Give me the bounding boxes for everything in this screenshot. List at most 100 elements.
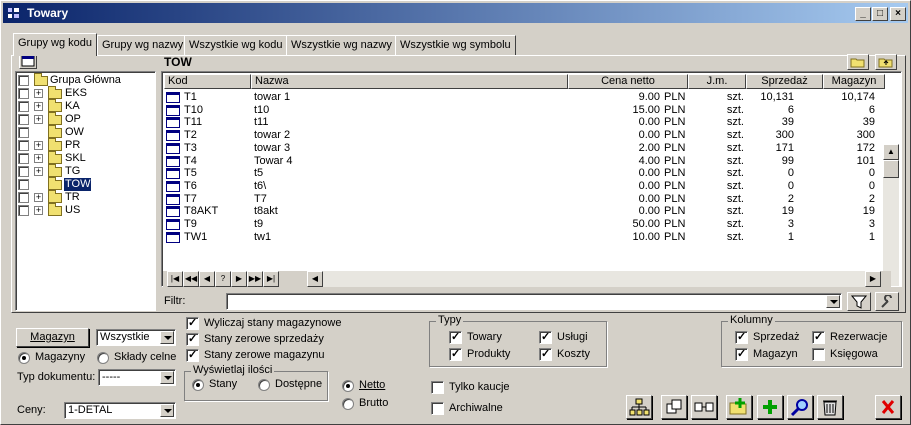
close-button[interactable] [875,395,901,419]
nav-help-button[interactable]: ? [215,271,231,287]
table-row[interactable]: T1 towar 1 9.00 PLN szt. 10,131 10,174 [164,91,882,104]
check-archiwalne[interactable] [431,402,444,415]
radio-magazyny[interactable] [18,352,30,364]
table-row[interactable]: T4 Towar 4 4.00 PLN szt. 99 101 [164,155,882,168]
nav-next-page-button[interactable]: ▶▶ [247,271,263,287]
tree-item-checkbox[interactable] [18,88,29,99]
ceny-select[interactable]: 1-DETAL [64,402,176,419]
tree-item-checkbox[interactable] [18,205,29,216]
expand-icon[interactable]: + [34,102,43,111]
expand-icon[interactable]: + [34,141,43,150]
tab-wszystkie-wg-kodu[interactable]: Wszystkie wg kodu [184,35,288,55]
nav-first-button[interactable]: |◀ [167,271,183,287]
tree-item[interactable]: + OP [18,112,154,126]
hscroll-left-button[interactable]: ◀ [307,271,323,287]
expand-icon[interactable]: + [34,89,43,98]
title-bar[interactable]: Towary _ □ × [3,3,908,23]
column-header-jm[interactable]: J.m. [688,74,746,89]
column-header-cena-netto[interactable]: Cena netto [568,74,688,89]
tab-wszystkie-wg-nazwy[interactable]: Wszystkie wg nazwy [286,35,397,55]
column-header-sprzedaz[interactable]: Sprzedaż [746,74,823,89]
column-header-magazyn[interactable]: Magazyn [823,74,885,89]
tree-item-checkbox[interactable] [18,153,29,164]
tree-item-checkbox[interactable] [18,166,29,177]
table-row[interactable]: T3 towar 3 2.00 PLN szt. 171 172 [164,142,882,155]
tree-item[interactable]: OW [18,125,154,139]
expand-icon[interactable]: + [34,206,43,215]
check-kol-sprzedaz[interactable] [735,330,748,344]
expand-icon[interactable]: + [34,115,43,124]
group-tree[interactable]: Grupa Główna + EKS + KA + OP OW + PR + SKL + TG TOW + T… [15,71,156,311]
tree-item-checkbox[interactable] [18,127,29,138]
search-button[interactable] [787,395,813,419]
check-typy-koszty[interactable] [539,347,552,361]
radio-netto[interactable] [342,380,354,392]
products-grid[interactable]: Kod Nazwa Cena netto J.m. Sprzedaż Magaz… [161,71,902,287]
nav-prev-page-button[interactable]: ◀◀ [183,271,199,287]
minimize-button[interactable]: _ [855,7,871,21]
folder-up-button[interactable] [875,54,897,70]
check-typy-produkty[interactable] [449,347,462,361]
check-kol-rezerwacje[interactable] [812,330,825,344]
table-row[interactable]: T11 t11 0.00 PLN szt. 39 39 [164,116,882,129]
check-typy-uslugi[interactable] [539,330,552,344]
group-tree-button[interactable] [626,395,652,419]
magazyn-button[interactable]: Magazyn [16,328,89,347]
check-wyliczaj-stany[interactable] [186,316,199,330]
table-row[interactable]: T10 t10 15.00 PLN szt. 6 6 [164,104,882,117]
magazyn-dropdown-arrow[interactable] [160,331,174,344]
table-row[interactable]: TW1 tw1 10.00 PLN szt. 1 1 [164,231,882,244]
add-with-copy-button[interactable] [726,395,752,419]
nav-next-button[interactable]: ▶ [231,271,247,287]
table-row[interactable]: T6 t6\ 0.00 PLN szt. 0 0 [164,180,882,193]
delete-button[interactable] [817,395,843,419]
scroll-up-button[interactable]: ▲ [883,144,899,160]
expand-icon[interactable]: + [34,193,43,202]
maximize-button[interactable]: □ [872,7,888,21]
check-stany-zerowe-sprzedazy[interactable] [186,332,199,346]
scroll-thumb[interactable] [883,160,899,178]
radio-brutto[interactable] [342,398,354,410]
table-row[interactable]: T8AKT t8akt 0.00 PLN szt. 19 19 [164,205,882,218]
check-tylko-kaucje[interactable] [431,381,444,394]
tree-item[interactable]: + TG [18,164,154,178]
tree-item[interactable]: + TR [18,190,154,204]
table-row[interactable]: T2 towar 2 0.00 PLN szt. 300 300 [164,129,882,142]
open-folder-button[interactable] [847,54,869,70]
expand-icon[interactable]: + [34,154,43,163]
table-row[interactable]: T9 t9 50.00 PLN szt. 3 3 [164,218,882,231]
tree-item-checkbox[interactable] [18,101,29,112]
tree-item[interactable]: + EKS [18,86,154,100]
grid-vertical-scrollbar[interactable]: ▲ ▼ [883,144,899,286]
ceny-dropdown-arrow[interactable] [160,404,174,417]
tree-item-checkbox[interactable] [18,192,29,203]
check-kol-magazyn[interactable] [735,347,748,361]
close-window-button[interactable]: × [890,7,906,21]
column-header-kod[interactable]: Kod [164,74,251,89]
radio-sklady-celne[interactable] [97,352,109,364]
copy-button[interactable] [661,395,687,419]
filter-apply-button[interactable] [847,292,871,311]
filter-input[interactable] [226,293,842,310]
tree-item-checkbox[interactable] [18,140,29,151]
magazyn-select[interactable]: Wszystkie [96,329,176,346]
nav-prev-button[interactable]: ◀ [199,271,215,287]
tab-wszystkie-wg-symbolu[interactable]: Wszystkie wg symbolu [395,35,516,55]
column-header-nazwa[interactable]: Nazwa [251,74,568,89]
tree-item[interactable]: + PR [18,138,154,152]
tree-root-checkbox[interactable] [18,75,29,86]
radio-dostepne[interactable] [258,379,270,391]
radio-stany[interactable] [192,379,204,391]
hscroll-right-button[interactable]: ▶ [865,271,881,287]
check-stany-zerowe-magazynu[interactable] [186,348,199,362]
typ-dokumentu-dropdown-arrow[interactable] [160,371,174,384]
tree-item[interactable]: + SKL [18,151,154,165]
tree-item[interactable]: TOW [18,177,154,191]
nav-last-button[interactable]: ▶| [263,271,279,287]
table-row[interactable]: T5 t5 0.00 PLN szt. 0 0 [164,167,882,180]
expand-icon[interactable]: + [34,167,43,176]
tree-item-checkbox[interactable] [18,179,29,190]
tree-item-checkbox[interactable] [18,114,29,125]
filter-dropdown-arrow[interactable] [826,295,840,308]
add-button[interactable] [757,395,783,419]
